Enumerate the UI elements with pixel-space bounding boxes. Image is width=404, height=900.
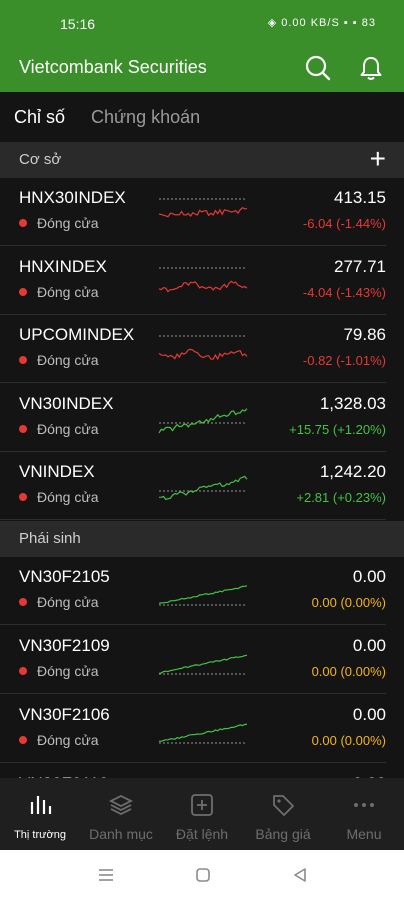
- market-status: Đóng cửa: [37, 420, 99, 437]
- market-status: Đóng cửa: [37, 594, 99, 610]
- tab-chung-khoan[interactable]: Chứng khoán: [91, 107, 200, 128]
- symbol-name: UPCOMINDEX: [19, 325, 135, 345]
- sparkline-chart: [158, 408, 248, 434]
- index-value: 79.86: [343, 325, 386, 345]
- symbol-name: VN30F2109: [19, 636, 110, 655]
- market-status: Đóng cửa: [37, 352, 99, 369]
- list-item[interactable]: VN30INDEX Đóng cửa 1,328.03 +15.75 (+1.2…: [0, 384, 404, 452]
- list-item[interactable]: HNX30INDEX Đóng cửa 413.15 -6.04 (-1.44%…: [0, 178, 404, 246]
- index-value: 0.00: [352, 705, 386, 724]
- content-area: Chỉ số Chứng khoán Cơ sở + HNX30INDEX Đó…: [0, 0, 404, 778]
- list-item[interactable]: HNXINDEX Đóng cửa 277.71 -4.04 (-1.43%): [0, 247, 404, 315]
- sparkline-chart: [158, 585, 248, 606]
- change-value: -0.82 (-1.01%): [302, 353, 386, 369]
- sparkline-chart: [158, 654, 248, 675]
- section-co-so: Cơ sở +: [0, 142, 404, 178]
- sparkline-chart: [158, 476, 248, 501]
- status-dot-icon: [19, 667, 27, 675]
- symbol-name: HNX30INDEX: [19, 188, 126, 207]
- status-dot-icon: [19, 287, 27, 296]
- nav-item-dots[interactable]: Menu: [324, 778, 404, 850]
- list-item[interactable]: VN30F2112 0.00: [0, 764, 404, 778]
- nav-item-chart-bars[interactable]: Thị trường: [0, 778, 80, 850]
- add-icon[interactable]: +: [370, 144, 386, 174]
- section-title: Cơ sở: [19, 151, 62, 168]
- divider: [0, 624, 386, 625]
- sparkline-chart: [158, 267, 248, 293]
- nav-item-tag[interactable]: Bảng giá: [243, 778, 323, 850]
- divider: [0, 762, 386, 763]
- symbol-name: VN30F2105: [19, 567, 110, 586]
- change-value: 0.00 (0.00%): [311, 664, 386, 679]
- market-status: Đóng cửa: [37, 283, 99, 300]
- list-item[interactable]: UPCOMINDEX Đóng cửa 79.86 -0.82 (-1.01%): [0, 315, 404, 384]
- back-icon[interactable]: [292, 867, 308, 888]
- index-value: 413.15: [334, 188, 386, 207]
- list-item[interactable]: VN30F2106 Đóng cửa 0.00 0.00 (0.00%): [0, 695, 404, 763]
- index-value: 1,328.03: [319, 393, 386, 413]
- nav-label: Menu: [346, 826, 382, 842]
- section-phai-sinh: Phái sinh: [0, 521, 404, 557]
- nav-item-plus-square[interactable]: Đặt lệnh: [162, 778, 242, 850]
- recent-apps-icon[interactable]: [97, 867, 115, 888]
- divider: [0, 693, 386, 694]
- symbol-name: VN30INDEX: [19, 393, 114, 413]
- symbol-name: VN30F2106: [19, 705, 110, 724]
- sparkline-chart: [158, 335, 248, 361]
- index-value: 1,242.20: [319, 462, 386, 482]
- tab-chi-so[interactable]: Chỉ số: [14, 107, 65, 128]
- sparkline-chart: [158, 723, 247, 744]
- tag-icon: [243, 792, 323, 822]
- change-value: +2.81 (+0.23%): [296, 490, 386, 506]
- list-item[interactable]: VN30F2109 Đóng cửa 0.00 0.00 (0.00%): [0, 626, 404, 694]
- plus-square-icon: [162, 792, 242, 822]
- change-value: 0.00 (0.00%): [311, 733, 386, 748]
- index-value: 277.71: [334, 256, 386, 276]
- nav-label: Danh mục: [89, 826, 153, 842]
- change-value: +15.75 (+1.20%): [289, 421, 386, 437]
- status-dot-icon: [19, 219, 27, 227]
- change-value: -6.04 (-1.44%): [302, 216, 386, 231]
- status-dot-icon: [19, 736, 27, 744]
- system-nav-bar: [0, 850, 404, 900]
- bottom-nav: Thị trường Danh mục Đặt lệnh Bảng giá Me…: [0, 778, 404, 850]
- tab-bar: Chỉ số Chứng khoán: [0, 92, 404, 142]
- status-dot-icon: [19, 493, 27, 502]
- change-value: 0.00 (0.00%): [311, 595, 386, 610]
- nav-item-layers[interactable]: Danh mục: [81, 778, 161, 850]
- list-item[interactable]: VN30F2105 Đóng cửa 0.00 0.00 (0.00%): [0, 557, 404, 625]
- list-item[interactable]: VNINDEX Đóng cửa 1,242.20 +2.81 (+0.23%): [0, 452, 404, 521]
- symbol-name: VNINDEX: [19, 462, 95, 482]
- dots-icon: [324, 792, 404, 822]
- status-dot-icon: [19, 356, 27, 365]
- symbol-name: HNXINDEX: [19, 256, 107, 276]
- status-dot-icon: [19, 424, 27, 433]
- change-value: -4.04 (-1.43%): [302, 284, 386, 300]
- home-icon[interactable]: [195, 867, 211, 888]
- market-status: Đóng cửa: [37, 489, 99, 506]
- market-status: Đóng cửa: [37, 732, 99, 748]
- section-title: Phái sinh: [19, 530, 81, 547]
- index-value: 0.00: [352, 567, 386, 586]
- layers-icon: [81, 792, 161, 822]
- nav-label: Đặt lệnh: [175, 826, 229, 842]
- market-status: Đóng cửa: [37, 215, 99, 231]
- nav-label: Bảng giá: [255, 826, 311, 842]
- nav-label: Thị trường: [14, 829, 66, 841]
- status-dot-icon: [19, 598, 27, 606]
- sparkline-chart: [158, 198, 248, 218]
- market-status: Đóng cửa: [37, 663, 99, 679]
- index-value: 0.00: [352, 636, 386, 655]
- chart-bars-icon: [0, 792, 80, 822]
